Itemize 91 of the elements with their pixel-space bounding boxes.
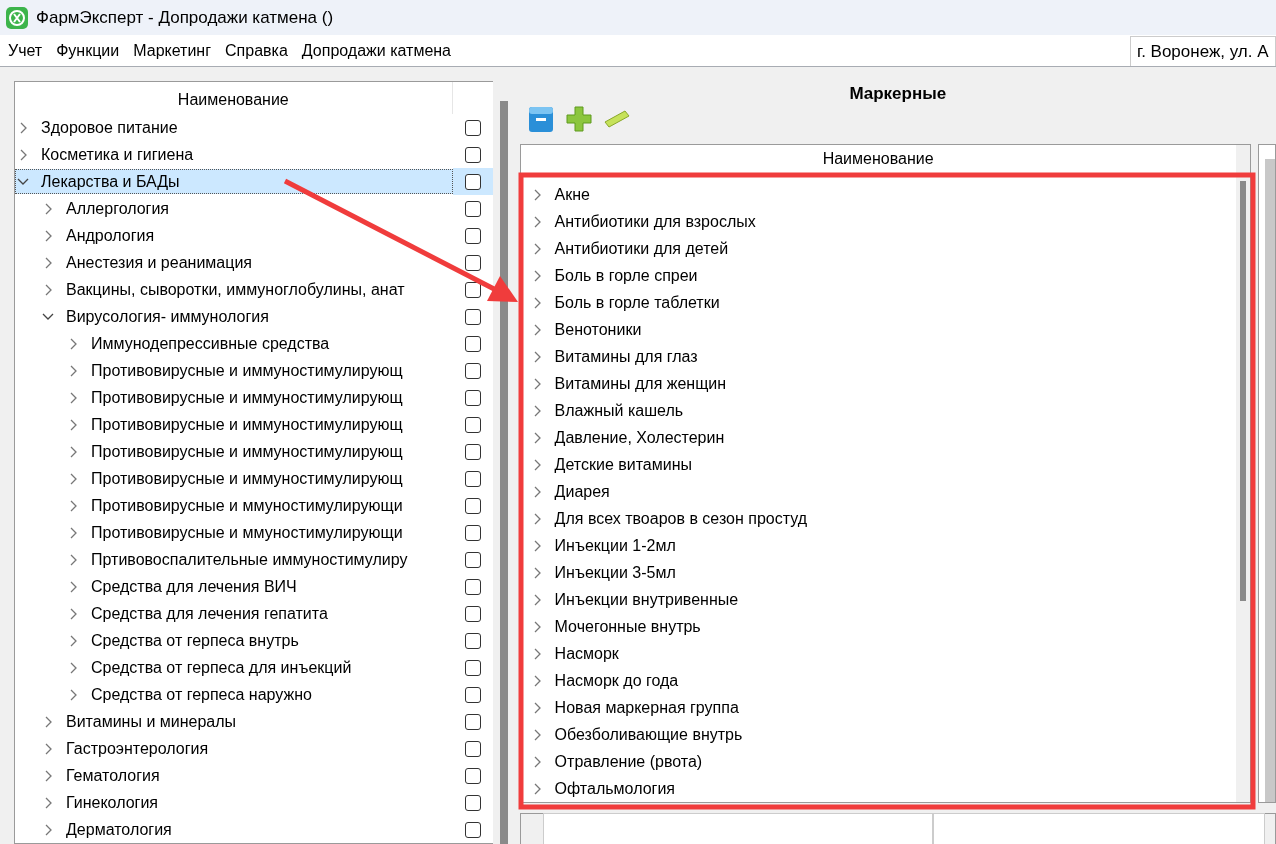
list-item[interactable]: Венотоники xyxy=(528,317,1236,342)
checkbox[interactable] xyxy=(464,632,481,649)
tree-item[interactable]: Лекарства и БАДы xyxy=(15,169,453,194)
list-item[interactable]: Давление, Холестерин xyxy=(528,425,1236,450)
checkbox[interactable] xyxy=(464,416,481,433)
checkbox[interactable] xyxy=(464,713,481,730)
list-item[interactable]: Для всех твоаров в сезон простуд xyxy=(528,506,1236,531)
tree-item[interactable]: Гинекология xyxy=(15,790,453,815)
menu-item[interactable]: Функции xyxy=(49,41,127,60)
tree-item[interactable]: Аллергология xyxy=(15,196,453,221)
tree-item[interactable]: Средства от герпеса для инъекций xyxy=(15,655,453,680)
checkbox[interactable] xyxy=(464,767,481,784)
checkbox[interactable] xyxy=(464,524,481,541)
list-item[interactable]: Насморк до года xyxy=(528,668,1236,693)
checkbox[interactable] xyxy=(464,362,481,379)
checkbox[interactable] xyxy=(464,821,481,838)
tree-item[interactable]: Андрология xyxy=(15,223,453,248)
checkbox[interactable] xyxy=(464,254,481,271)
list-item[interactable]: Инъекции 1-2мл xyxy=(528,533,1236,558)
tree-item[interactable]: Противовирусные и ммуностимулирующи xyxy=(15,520,453,545)
list-item[interactable]: Отравление (рвота) xyxy=(528,749,1236,774)
panel-title: Маркерные xyxy=(849,84,947,104)
tree-item[interactable]: Вакцины, сыворотки, иммуноглобулины, анат xyxy=(15,277,453,302)
list-item[interactable]: Инъекции внутривенные xyxy=(528,587,1236,612)
checkbox[interactable] xyxy=(464,470,481,487)
checkbox[interactable] xyxy=(464,200,481,217)
checkbox[interactable] xyxy=(464,308,481,325)
list-item[interactable]: Насморк xyxy=(528,641,1236,666)
checkbox[interactable] xyxy=(464,389,481,406)
checkbox[interactable] xyxy=(464,443,481,460)
checkbox[interactable] xyxy=(464,281,481,298)
window-title: ФармЭксперт - Допродажи катмена () xyxy=(36,7,334,28)
tree-item[interactable]: Противовирусные и иммуностимулирующ xyxy=(15,412,453,437)
menu-item[interactable]: Маркетинг xyxy=(126,41,219,60)
checkbox[interactable] xyxy=(464,173,481,190)
list-item[interactable]: Витамины для глаз xyxy=(528,344,1236,369)
checkbox[interactable] xyxy=(464,578,481,595)
menu-item[interactable]: Справка xyxy=(218,41,295,60)
tree-item[interactable]: Пртивовоспалительные иммуностимулиру xyxy=(15,547,453,572)
tree-item[interactable]: Противовирусные и иммуностимулирующ xyxy=(15,466,453,491)
list-item[interactable]: Диарея xyxy=(528,479,1236,504)
list-item[interactable]: Витамины для женщин xyxy=(528,371,1236,396)
checkbox[interactable] xyxy=(464,497,481,514)
scrollbar-thumb[interactable] xyxy=(499,101,508,844)
column-header[interactable]: Наименование xyxy=(177,91,289,109)
scrollbar-thumb[interactable] xyxy=(1239,181,1246,601)
tree-item[interactable]: Гастроэнтерология xyxy=(15,736,453,761)
checkbox[interactable] xyxy=(464,146,481,163)
checkbox[interactable] xyxy=(464,551,481,568)
tree-item[interactable]: Вирусология- иммунология xyxy=(15,304,453,329)
address-field[interactable]: г. Воронеж, ул. А xyxy=(1130,36,1276,66)
list-item[interactable]: Боль в горле спреи xyxy=(528,263,1236,288)
list-item[interactable]: Мочегонные внутрь xyxy=(528,614,1236,639)
column-header[interactable]: Наименование xyxy=(822,150,934,168)
list-item[interactable]: Акне xyxy=(528,182,1236,207)
checkbox[interactable] xyxy=(464,794,481,811)
tree-item[interactable]: Противовирусные и иммуностимулирующ xyxy=(15,385,453,410)
checkbox[interactable] xyxy=(464,659,481,676)
tree-item[interactable]: Дерматология xyxy=(15,817,453,842)
checkbox[interactable] xyxy=(464,227,481,244)
list-item[interactable]: Боль в горле таблетки xyxy=(528,290,1236,315)
tree-item[interactable]: Косметика и гигиена xyxy=(15,142,453,167)
list-item[interactable]: Антибиотики для детей xyxy=(528,236,1236,261)
tree-item[interactable]: Здоровое питание xyxy=(15,115,453,140)
menu-item[interactable]: Допродажи катмена xyxy=(294,41,458,60)
list-item[interactable]: Обезболивающие внутрь xyxy=(528,722,1236,747)
tree-item[interactable]: Средства от герпеса наружно xyxy=(15,682,453,707)
tree-item[interactable]: Иммунодепрессивные средства xyxy=(15,331,453,356)
add-icon[interactable] xyxy=(563,104,594,134)
list-item[interactable]: Антибиотики для взрослых xyxy=(528,209,1236,234)
tree-item[interactable]: Витамины и минералы xyxy=(15,709,453,734)
checkbox[interactable] xyxy=(464,686,481,703)
checkbox[interactable] xyxy=(464,335,481,352)
tree-item[interactable]: Средства от герпеса внутрь xyxy=(15,628,453,653)
checkbox[interactable] xyxy=(464,119,481,136)
menu-item[interactable]: Учет xyxy=(1,41,50,60)
list-item[interactable]: Детские витамины xyxy=(528,452,1236,477)
tree-item[interactable]: Анестезия и реанимация xyxy=(15,250,453,275)
checkbox[interactable] xyxy=(464,605,481,622)
tree-item[interactable]: Противовирусные и иммуностимулирующ xyxy=(15,439,453,464)
list-item[interactable]: Новая маркерная группа xyxy=(528,695,1236,720)
list-item[interactable]: Инъекции 3-5мл xyxy=(528,560,1236,585)
checkbox[interactable] xyxy=(464,740,481,757)
list-item[interactable]: Влажный кашель xyxy=(528,398,1236,423)
app-logo-icon xyxy=(6,6,28,29)
list-item[interactable]: Офтальмология xyxy=(528,776,1236,801)
tree-item[interactable]: Средства для лечения гепатита xyxy=(15,601,453,626)
tree-item[interactable]: Противовирусные и ммуностимулирующи xyxy=(15,493,453,518)
tree-item[interactable]: Противовирусные и иммуностимулирующ xyxy=(15,358,453,383)
tree-item[interactable]: Гематология xyxy=(15,763,453,788)
tree-item[interactable]: Средства для лечения ВИЧ xyxy=(15,574,453,599)
